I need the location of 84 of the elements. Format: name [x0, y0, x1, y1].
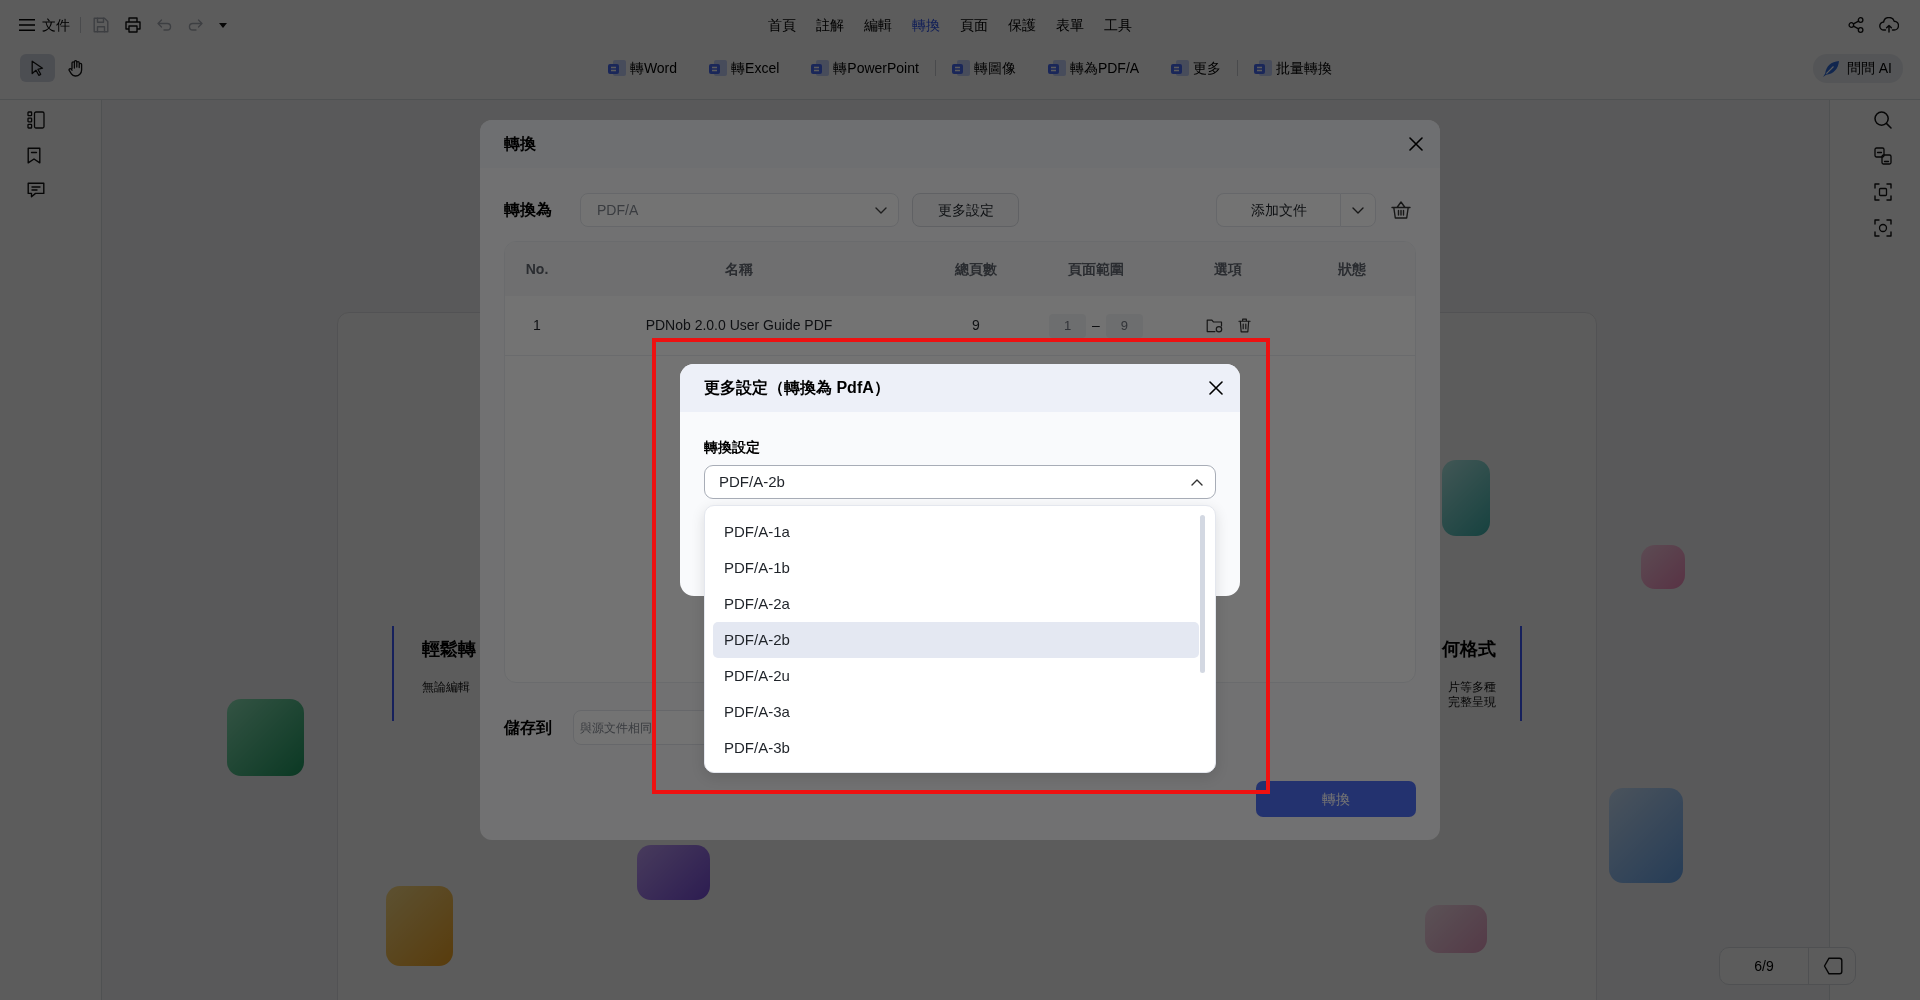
cloud-upload-icon[interactable] — [1879, 17, 1899, 33]
search-icon[interactable] — [1874, 111, 1892, 129]
section-heading: 輕鬆轉 — [422, 638, 476, 661]
scrollbar-thumb[interactable] — [1200, 515, 1205, 673]
add-files-menu-button[interactable] — [1340, 193, 1376, 227]
section-text: 無論編輯 — [422, 680, 471, 695]
dropdown-option[interactable]: PDF/A-2u — [713, 658, 1199, 694]
file-icon — [709, 60, 728, 76]
more-settings-button[interactable]: 更多設定 — [912, 193, 1019, 227]
convert-button[interactable]: 轉換 — [1256, 781, 1416, 817]
column-header: 頁面範圍 — [1067, 259, 1125, 279]
conformance-select[interactable]: PDF/A-2b — [704, 465, 1216, 499]
ask-ai-button[interactable]: 問問 AI — [1812, 54, 1903, 83]
file-icon — [1171, 60, 1190, 76]
table-cell-text: PDNob 2.0.0 User Guide PDF — [644, 316, 834, 335]
menu-icon — [19, 19, 35, 31]
tool-button[interactable] — [20, 54, 55, 82]
section-text: 片等多種 完整呈現 — [1447, 680, 1496, 710]
toolbar-button[interactable]: 批量轉換 — [1254, 54, 1333, 82]
dialog-title: 轉換 — [504, 134, 536, 154]
field-label: 儲存到 — [504, 717, 553, 738]
file-tile-drawing — [1425, 905, 1487, 953]
add-files-button[interactable]: 添加文件 — [1216, 193, 1340, 227]
dropdown-option[interactable]: PDF/A-1b — [713, 550, 1199, 586]
feather-icon — [1822, 60, 1839, 77]
tag-shape-icon[interactable] — [1823, 957, 1843, 975]
file-icon — [607, 60, 626, 76]
bookmark-icon[interactable] — [27, 147, 41, 164]
file-menu-button[interactable]: 文件 — [19, 14, 70, 36]
table-cell-text: 9 — [971, 316, 981, 335]
folder-icon[interactable] — [1205, 318, 1223, 333]
toolbar-button[interactable]: 轉圖像 — [951, 54, 1016, 82]
menu-tab[interactable]: 表單 — [1055, 15, 1084, 35]
scan-icon[interactable] — [1874, 183, 1892, 201]
menu-tab[interactable]: 首頁 — [767, 15, 796, 35]
format-select[interactable]: PDF/A — [580, 193, 899, 227]
file-icon — [811, 60, 830, 76]
toolbar-button[interactable]: 更多 — [1171, 54, 1222, 82]
file-icon — [1047, 60, 1066, 76]
toolbar-button[interactable]: 轉Word — [607, 54, 678, 82]
cursor-icon — [31, 60, 44, 76]
close-icon[interactable] — [1209, 381, 1223, 395]
column-header: No. — [524, 259, 550, 279]
page-number-field[interactable]: 6/9 — [1720, 948, 1809, 984]
squares-icon[interactable] — [1874, 147, 1892, 165]
scan-icon[interactable] — [1874, 219, 1892, 237]
file-tile-drawing — [1641, 545, 1685, 589]
page-from-field[interactable]: 1 — [1049, 313, 1087, 338]
column-header: 選項 — [1213, 259, 1243, 279]
toolbar-button[interactable]: 轉Excel — [709, 54, 780, 82]
print-icon[interactable] — [125, 17, 141, 33]
field-label: 轉換設定 — [704, 438, 761, 456]
dropdown-option[interactable]: PDF/A-2b — [713, 622, 1199, 658]
column-header: 狀態 — [1337, 259, 1367, 279]
menu-tab[interactable]: 工具 — [1103, 15, 1132, 35]
trash-icon[interactable] — [1237, 318, 1251, 333]
dialog-title: 更多設定（轉換為 PdfA） — [704, 378, 890, 398]
panel-icon[interactable] — [27, 111, 45, 129]
column-header: 名稱 — [724, 259, 754, 279]
file-icon — [951, 60, 970, 76]
caret-icon[interactable] — [219, 22, 227, 28]
dropdown-option[interactable]: PDF/A-2a — [713, 586, 1199, 622]
toolbar-button[interactable]: 轉PowerPoint — [811, 54, 919, 82]
basket-icon[interactable] — [1391, 201, 1411, 219]
comment-icon[interactable] — [27, 182, 45, 198]
share-icon[interactable] — [1848, 17, 1864, 33]
file-icon — [1254, 60, 1273, 76]
menu-tab[interactable]: 保護 — [1007, 15, 1036, 35]
dropdown-option[interactable]: PDF/A-3a — [713, 694, 1199, 730]
menu-tab[interactable]: 編輯 — [863, 15, 892, 35]
toolbar-button[interactable]: 轉為PDF/A — [1047, 54, 1140, 82]
hand-icon — [68, 59, 83, 77]
range-dash: – — [1092, 316, 1100, 335]
dropdown-option[interactable]: PDF/A-3b — [713, 730, 1199, 766]
menu-tab[interactable]: 轉換 — [911, 15, 940, 35]
section-heading: 何格式 — [1442, 638, 1496, 661]
dropdown-option[interactable]: PDF/A-1a — [713, 514, 1199, 550]
chevron-down-icon — [1352, 206, 1364, 214]
column-header: 總頁數 — [953, 259, 998, 279]
table-cell-text: 1 — [532, 316, 542, 335]
field-label: 轉換為 — [504, 200, 553, 220]
menu-tab[interactable]: 頁面 — [959, 15, 988, 35]
page-to-field[interactable]: 9 — [1105, 313, 1143, 338]
menu-tab[interactable]: 註解 — [815, 15, 844, 35]
